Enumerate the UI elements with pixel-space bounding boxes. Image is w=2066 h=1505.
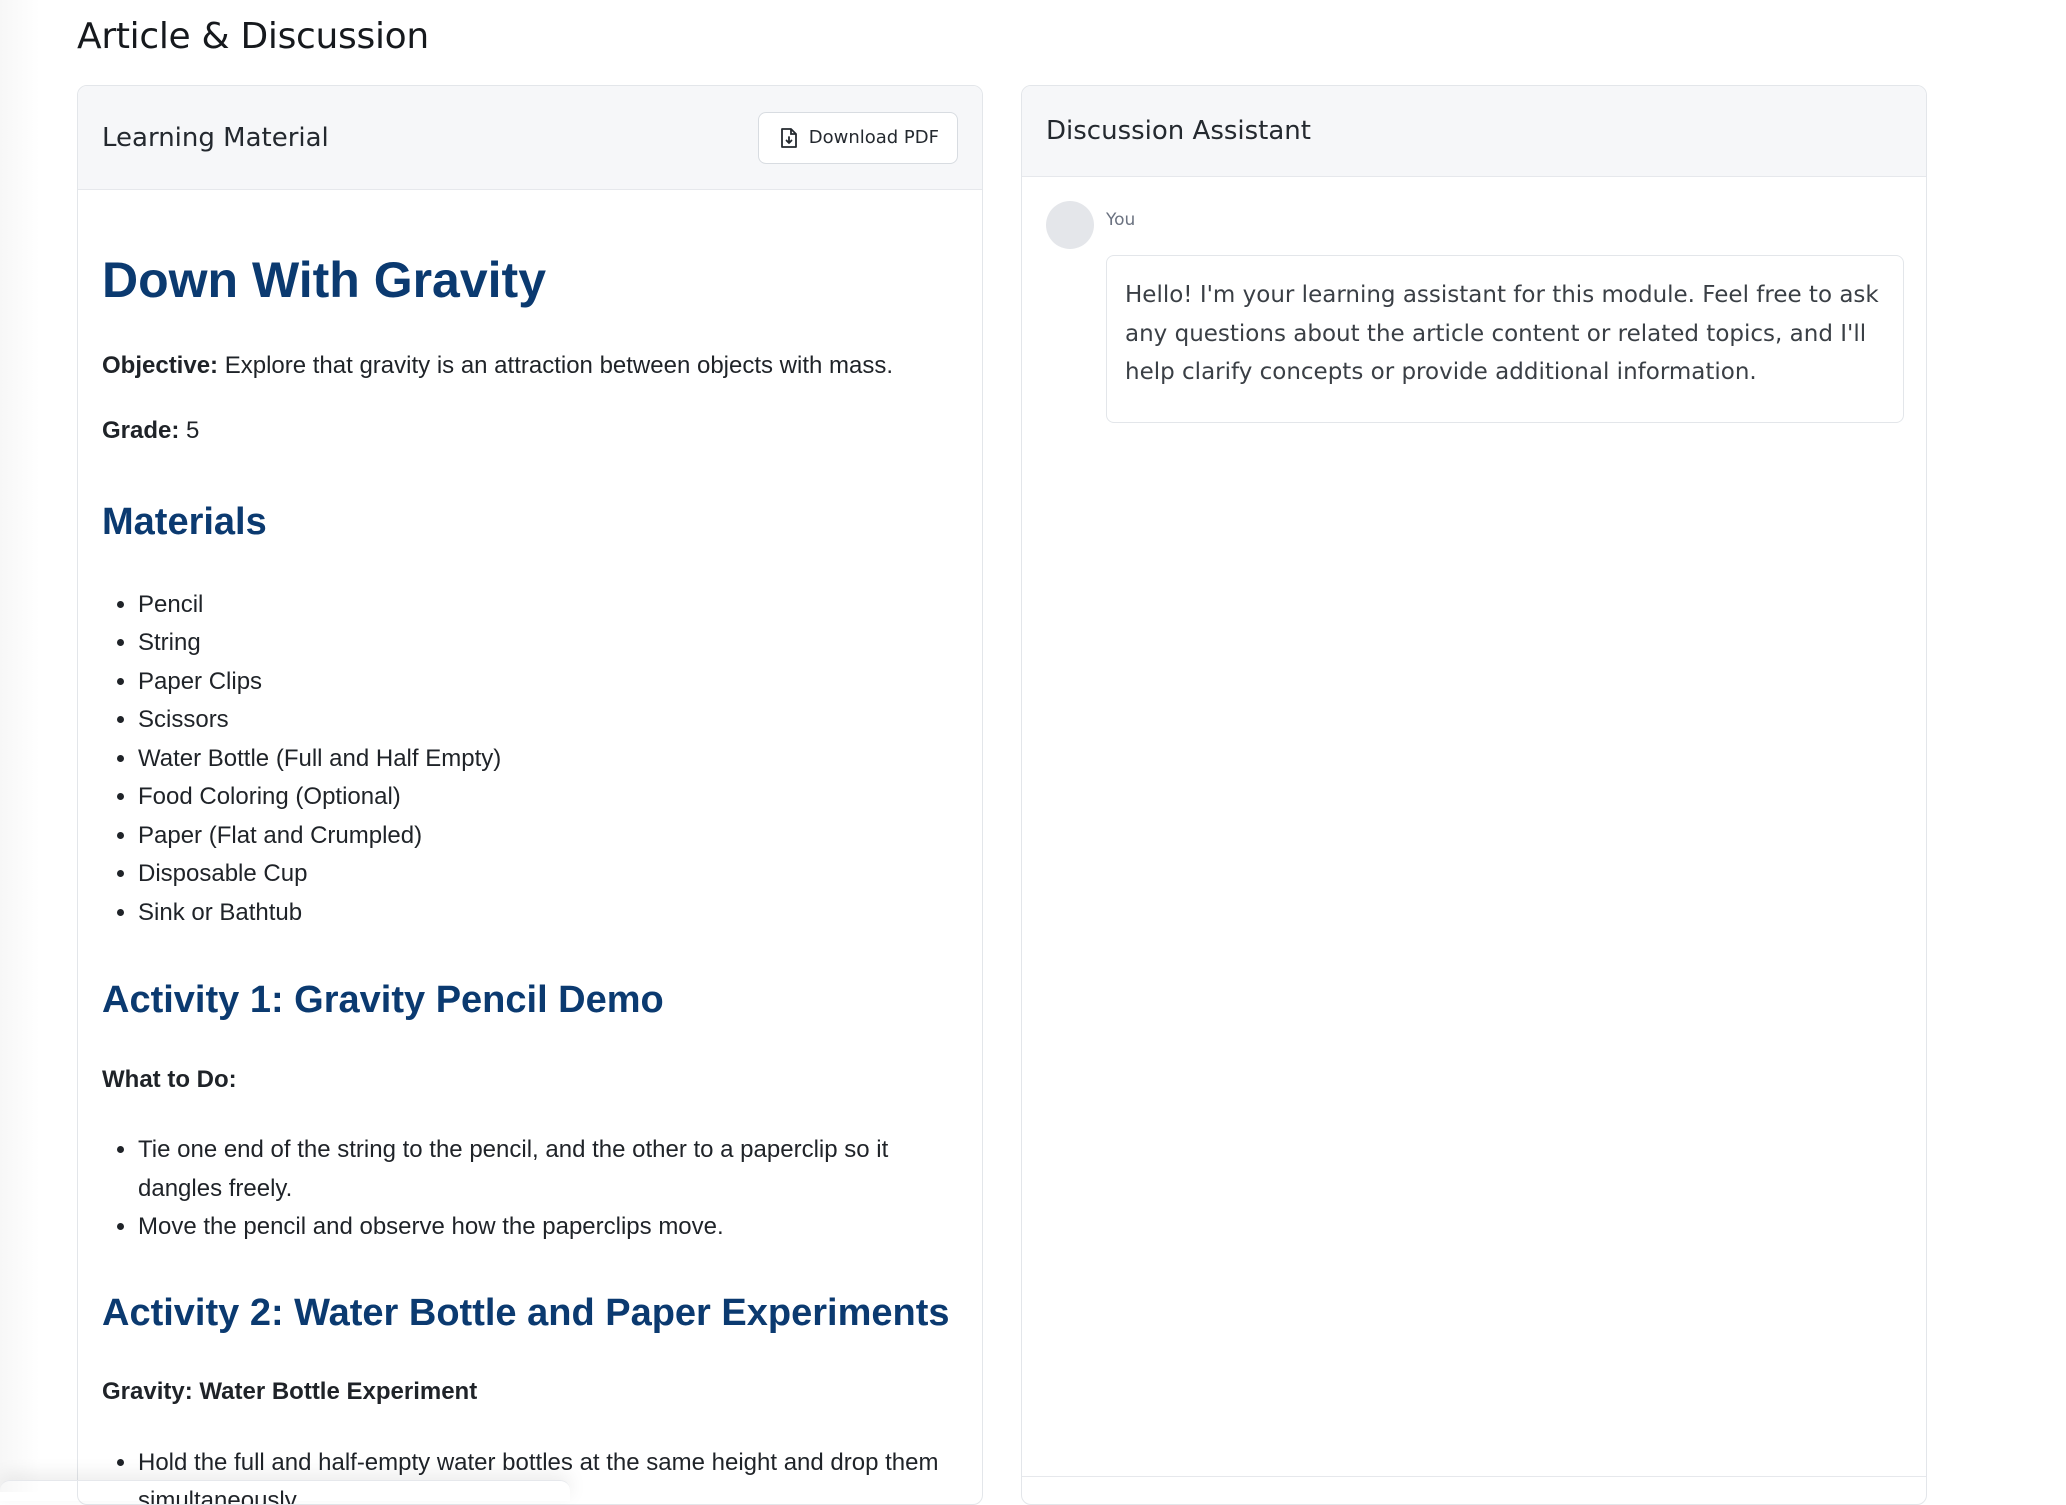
list-item: Scissors [138,701,958,740]
download-pdf-label: Download PDF [808,127,939,148]
list-item: Food Coloring (Optional) [138,778,958,817]
article-title: Down With Gravity [102,252,547,308]
objective-line: Objective: Explore that gravity is an at… [102,350,958,381]
activity1-subheading-text: What to Do: [102,1066,237,1094]
objective-label: Objective: [102,352,219,379]
list-item: Tie one end of the string to the pencil,… [138,1131,958,1208]
chat-input-divider [1022,1476,1926,1477]
activity1-steps: Tie one end of the string to the pencil,… [102,1131,958,1247]
activity1-heading: Activity 1: Gravity Pencil Demo [102,979,664,1022]
learning-material-header: Learning Material Download PDF [78,86,982,190]
discussion-assistant-header: Discussion Assistant [1022,86,1926,177]
list-item: Move the pencil and observe how the pape… [138,1208,958,1247]
activity2-subheading-text: Gravity: Water Bottle Experiment [102,1378,478,1406]
chat-message-list[interactable]: You Hello! I'm your learning assistant f… [1022,177,1926,423]
objective-text: Explore that gravity is an attraction be… [218,352,894,379]
grade-line: Grade: 5 [102,415,958,446]
avatar [1046,201,1094,249]
learning-material-title: Learning Material [102,122,329,153]
list-item: Paper (Flat and Crumpled) [138,817,958,856]
activity2-heading: Activity 2: Water Bottle and Paper Exper… [102,1291,950,1334]
message-sender: You [1106,210,1136,230]
window-edge [0,0,40,1492]
page-title: Article & Discussion [77,16,429,57]
materials-list: Pencil String Paper Clips Scissors Water… [102,586,958,933]
chat-message: Hello! I'm your learning assistant for t… [1106,255,1904,423]
list-item: Paper Clips [138,663,958,702]
list-item: Disposable Cup [138,855,958,894]
list-item: Water Bottle (Full and Half Empty) [138,740,958,779]
list-item: Pencil [138,586,958,625]
discussion-assistant-title: Discussion Assistant [1046,116,1311,146]
activity2-subheading: Gravity: Water Bottle Experiment [102,1376,958,1407]
learning-material-panel: Learning Material Download PDF Down With… [77,85,983,1505]
grade-label: Grade: [102,417,180,445]
activity1-subheading: What to Do: [102,1064,958,1095]
file-download-icon [780,127,797,148]
discussion-assistant-panel: Discussion Assistant You Hello! I'm your… [1021,85,1927,1505]
list-item: Sink or Bathtub [138,894,958,933]
grade-value: 5 [179,417,200,445]
materials-heading: Materials [102,501,267,544]
download-pdf-button[interactable]: Download PDF [757,111,958,164]
bottom-overlay-edge [0,1480,570,1501]
article-content: Down With Gravity Objective: Explore tha… [78,190,982,1505]
list-item: String [138,624,958,663]
